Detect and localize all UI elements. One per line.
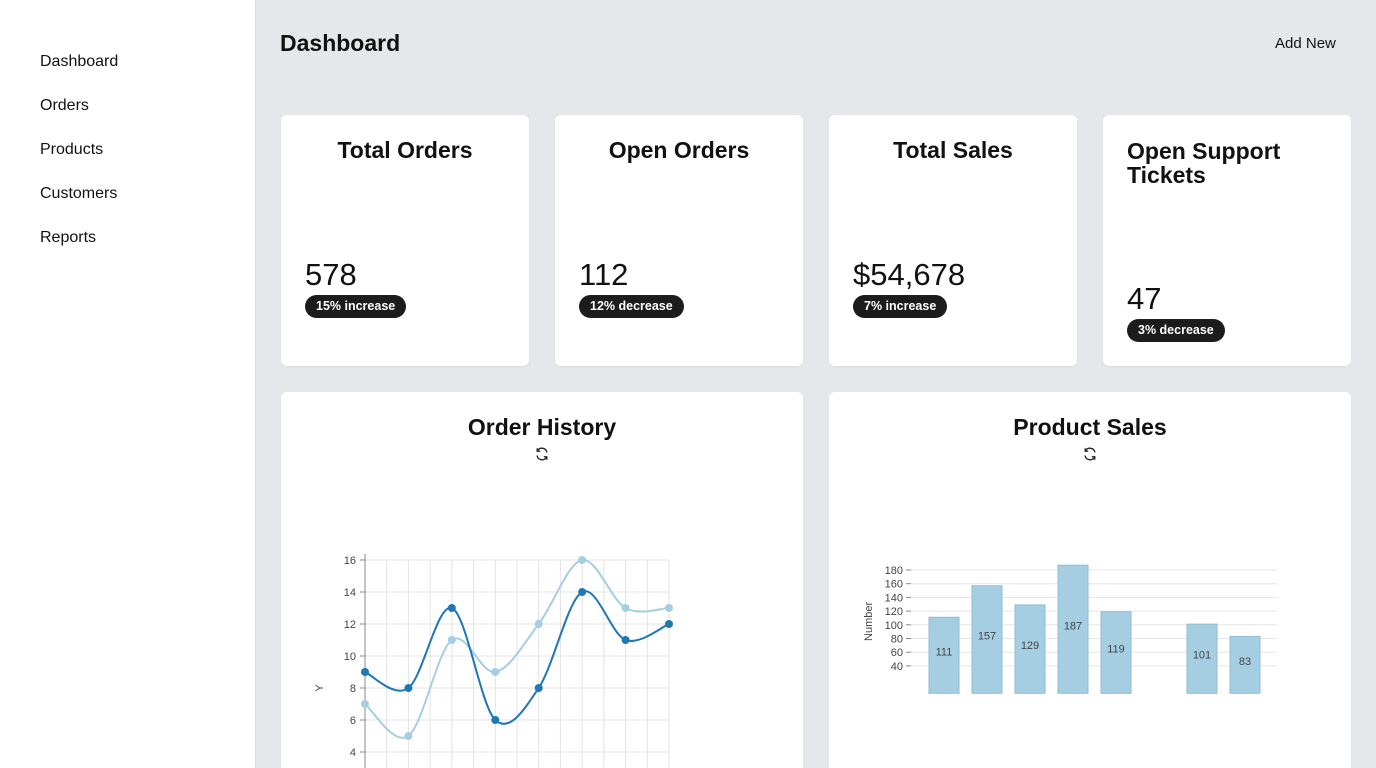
data-point xyxy=(665,620,673,628)
stat-value: $54,678 xyxy=(853,257,966,292)
y-tick-label: 4 xyxy=(350,747,356,759)
add-new-button[interactable]: Add New xyxy=(1275,35,1336,52)
stat-value: 112 xyxy=(579,257,629,292)
data-point xyxy=(534,620,543,628)
order-history-chart: 4 6 8 10 12 14 16 Y xyxy=(314,554,673,768)
y-tick-label: 80 xyxy=(891,634,903,646)
data-point xyxy=(491,716,500,724)
stat-title: Total Orders xyxy=(337,137,473,163)
data-point xyxy=(361,668,369,676)
y-tick-label: 60 xyxy=(891,647,903,659)
stat-title: Open Orders xyxy=(608,137,750,163)
data-point xyxy=(578,588,587,596)
y-tick-label: 40 xyxy=(891,661,903,673)
y-tick-label: 6 xyxy=(350,715,356,727)
status-badge: 7% increase xyxy=(853,295,948,318)
y-tick-label: 100 xyxy=(885,620,903,632)
bar-value-label: 157 xyxy=(978,631,996,643)
data-point xyxy=(621,604,630,612)
stat-card-total-orders: Total Orders 578 15% increase xyxy=(281,115,529,366)
stat-card-open-orders: Open Orders 112 12% decrease xyxy=(555,115,803,366)
data-point xyxy=(665,604,673,612)
page-title: Dashboard xyxy=(280,30,401,56)
sidebar-item-customers[interactable]: Customers xyxy=(40,185,117,203)
bar-value-label: 119 xyxy=(1107,644,1125,656)
data-point xyxy=(404,684,413,692)
sidebar-item-orders[interactable]: Orders xyxy=(40,97,89,115)
data-point xyxy=(621,636,630,644)
stat-value: 578 xyxy=(305,257,357,292)
y-tick-label: 120 xyxy=(885,606,903,618)
y-tick-label: 10 xyxy=(344,651,356,663)
bar-value-label: 101 xyxy=(1193,650,1211,662)
data-point xyxy=(361,700,369,708)
data-point xyxy=(447,604,456,612)
data-point xyxy=(404,732,413,740)
stat-card-open-support-tickets: Open Support Tickets 47 3% decrease xyxy=(1103,115,1351,366)
status-badge: 12% decrease xyxy=(579,295,684,318)
sidebar-item-reports[interactable]: Reports xyxy=(40,229,96,247)
sidebar-item-dashboard[interactable]: Dashboard xyxy=(40,53,118,71)
data-point xyxy=(491,668,500,676)
product-sales-card: Product Sales 40 60 80 100 120 140 160 180 Numbe… xyxy=(829,392,1351,768)
y-tick-label: 14 xyxy=(344,587,356,599)
bar-value-label: 111 xyxy=(936,646,953,658)
sidebar-item-products[interactable]: Products xyxy=(40,141,103,159)
stat-value: 47 xyxy=(1127,281,1162,316)
bar-value-label: 83 xyxy=(1239,656,1251,668)
stat-card-total-sales: Total Sales $54,678 7% increase xyxy=(829,115,1077,366)
data-point xyxy=(447,636,456,644)
y-axis-label: Number xyxy=(863,601,875,640)
y-tick-label: 16 xyxy=(344,555,356,567)
y-tick-label: 12 xyxy=(344,619,356,631)
status-badge: 3% decrease xyxy=(1127,319,1225,342)
data-point xyxy=(534,684,543,692)
y-tick-label: 140 xyxy=(885,592,903,604)
data-point xyxy=(578,556,587,564)
y-tick-label: 180 xyxy=(885,565,903,577)
status-badge: 15% increase xyxy=(305,295,407,318)
sidebar: Dashboard Orders Products Customers Repo… xyxy=(0,0,256,768)
y-tick-label: 160 xyxy=(885,579,903,591)
y-tick-label: 8 xyxy=(350,683,356,695)
order-history-card: Order History 4 6 8 10 12 14 16 Y xyxy=(281,392,803,768)
y-axis-label: Y xyxy=(314,684,326,692)
stat-title: Total Sales xyxy=(893,137,1013,163)
bar-value-label: 129 xyxy=(1021,640,1039,652)
product-sales-chart: 40 6080 100 120 140160 180 Number 111 157 129 187 1… xyxy=(863,564,1277,694)
bar-value-label: 187 xyxy=(1064,620,1082,632)
stat-title: Open Support Tickets xyxy=(1127,138,1281,188)
